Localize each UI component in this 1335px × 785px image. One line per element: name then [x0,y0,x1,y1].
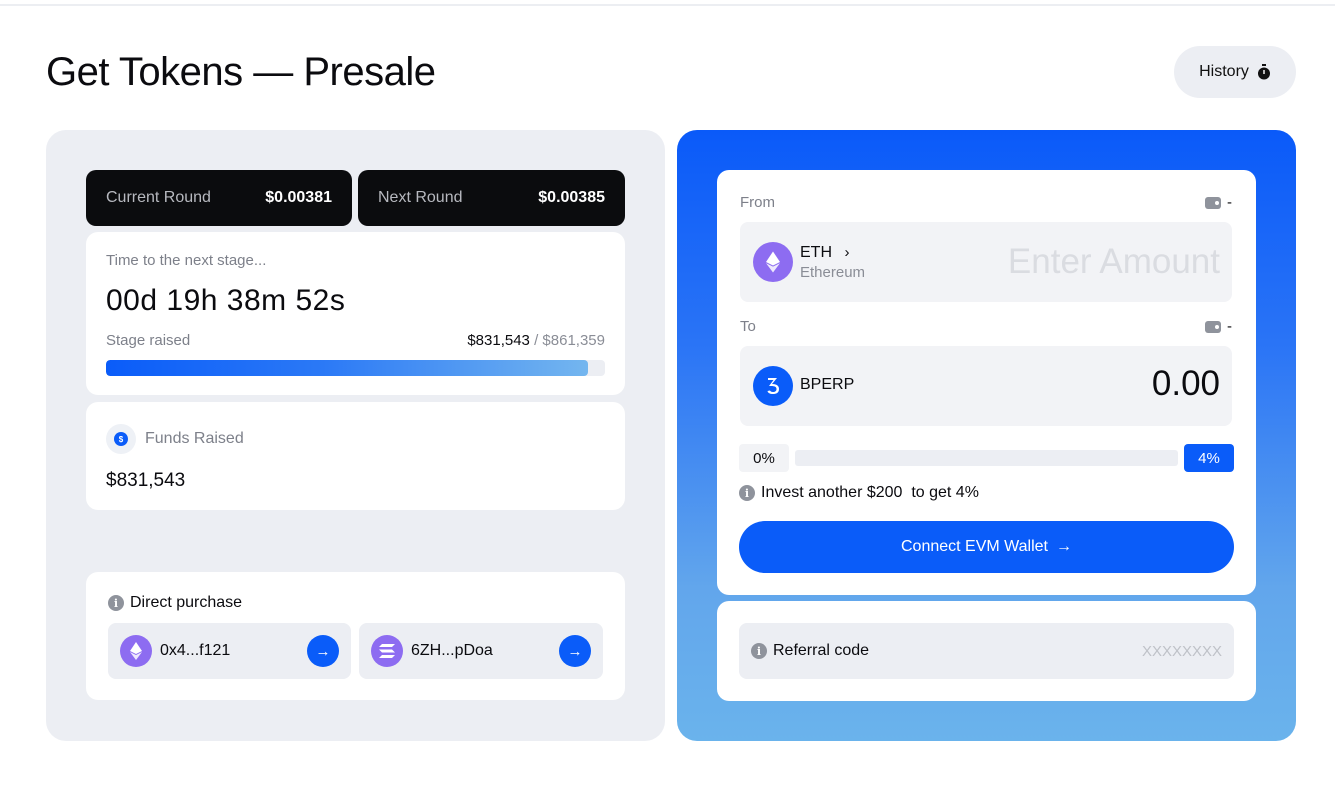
wallet-icon [1205,320,1221,333]
countdown-value: 00d 19h 38m 52s [106,284,346,317]
stage-progress-fill [106,360,588,376]
history-button[interactable]: History [1174,46,1296,98]
bonus-min-label: 0% [739,444,789,472]
next-round-card: Next Round $0.00385 [358,170,625,226]
eth-address-text: 0x4...f121 [160,642,231,659]
to-balance-value: - [1227,318,1232,335]
ethereum-icon [120,635,152,667]
stage-progress-bar [106,360,605,376]
connect-wallet-button[interactable]: Connect EVM Wallet → [739,521,1234,573]
next-round-label: Next Round [378,189,463,206]
referral-code-input[interactable] [1022,635,1222,667]
top-divider [0,4,1335,6]
eth-address-go-button[interactable]: → [307,635,339,667]
info-icon: i [751,643,767,659]
from-token-box: ETH › Ethereum [740,222,1232,302]
current-round-price: $0.00381 [265,189,332,206]
bperp-icon [753,366,793,406]
from-token-name: Ethereum [800,264,866,281]
current-round-label: Current Round [106,189,211,206]
info-icon: i [108,595,124,611]
chevron-right-icon: › [844,244,850,261]
presale-info-panel: Current Round $0.00381 Next Round $0.003… [46,130,665,741]
direct-purchase-card: i Direct purchase 0x4...f121 → 6ZH...pDo… [86,572,625,700]
wallet-icon [1205,196,1221,209]
next-round-price: $0.00385 [538,189,605,206]
stage-raised-value: $831,543 [467,332,530,349]
from-balance-value: - [1227,194,1232,211]
history-label: History [1199,63,1249,80]
to-token-symbol: BPERP [800,376,855,393]
sol-address-go-button[interactable]: → [559,635,591,667]
referral-box: i Referral code [739,623,1234,679]
swap-card: From - ETH › Ethereum To - BPERP [717,170,1256,595]
bonus-progress-bar [795,450,1178,466]
page-title: Get Tokens — Presale [46,50,436,94]
invest-note-text: Invest another $200 to get 4% [761,484,979,501]
funds-raised-value: $831,543 [106,470,186,491]
to-token-box: BPERP 0.00 [740,346,1232,426]
to-label: To [740,318,756,335]
to-balance: - [1205,318,1232,335]
bonus-max-badge: 4% [1184,444,1234,472]
stage-separator: / [529,332,543,349]
info-icon: i [739,485,755,501]
from-label: From [740,194,775,211]
from-token-selector[interactable]: ETH › [800,244,849,262]
countdown-card: Time to the next stage... 00d 19h 38m 52… [86,232,625,395]
direct-purchase-label: Direct purchase [130,594,243,611]
from-amount-input[interactable] [960,238,1220,286]
arrow-right-icon: → [1056,538,1072,555]
sol-address-text: 6ZH...pDoa [411,642,493,659]
connect-wallet-label: Connect EVM Wallet [900,538,1048,555]
stage-raised-label: Stage raised [106,332,191,349]
sol-address-box[interactable]: 6ZH...pDoa → [359,623,603,679]
stage-raised-amount: $831,543 / $861,359 [467,332,605,349]
referral-card: i Referral code [717,601,1256,701]
stopwatch-icon [1257,64,1270,80]
referral-label: Referral code [773,642,870,659]
from-balance: - [1205,194,1232,211]
eth-address-box[interactable]: 0x4...f121 → [108,623,351,679]
funds-raised-card: $ Funds Raised $831,543 [86,402,625,510]
bonus-progress-row: 0% 4% [739,444,1234,472]
swap-panel: From - ETH › Ethereum To - BPERP [677,130,1296,741]
stage-goal-value: $861,359 [542,332,605,349]
dollar-coin-icon: $ [106,424,136,454]
countdown-caption: Time to the next stage... [106,252,267,269]
solana-icon [371,635,403,667]
current-round-card: Current Round $0.00381 [86,170,352,226]
funds-raised-label: Funds Raised [145,430,244,447]
referral-label-group: i Referral code [751,623,869,679]
from-token-symbol: ETH [800,244,832,261]
to-amount-value: 0.00 [1151,364,1220,403]
invest-note: i Invest another $200 to get 4% [739,484,979,502]
ethereum-icon [753,242,793,282]
direct-purchase-title: i Direct purchase [108,594,242,612]
